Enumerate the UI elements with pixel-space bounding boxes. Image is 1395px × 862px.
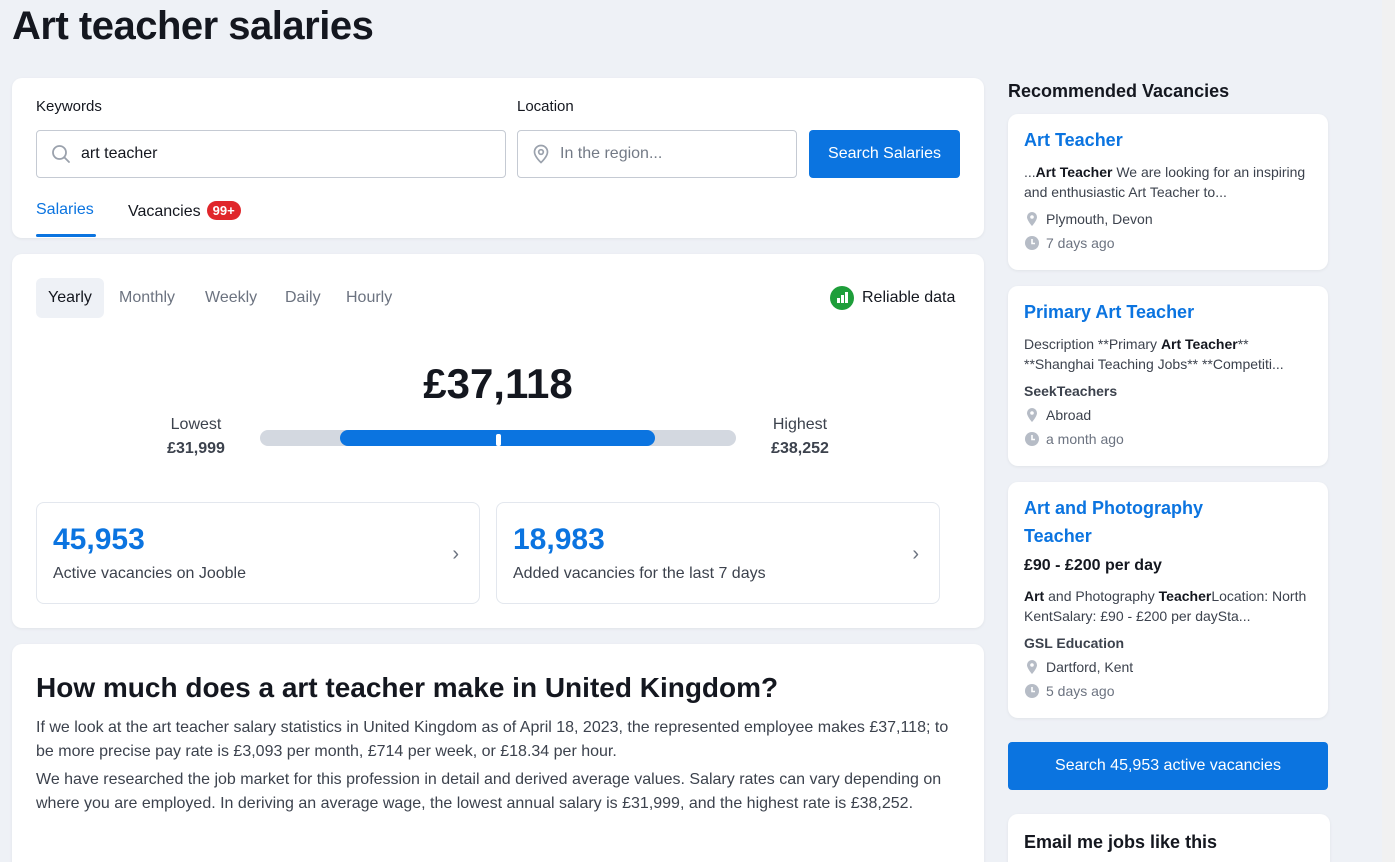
chevron-right-icon: › <box>452 543 459 565</box>
vacancy-title[interactable]: Art and Photography Teacher <box>1024 494 1234 550</box>
active-tab-indicator <box>36 234 96 237</box>
vacancy-location: Abroad <box>1024 407 1091 423</box>
article-paragraph: We have researched the job market for th… <box>36 771 942 812</box>
highest-salary: Highest £38,252 <box>740 416 860 458</box>
lowest-label: Lowest <box>170 416 222 433</box>
location-pin-icon <box>1027 660 1037 674</box>
location-input[interactable] <box>560 145 780 163</box>
highest-label: Highest <box>772 416 828 433</box>
vacancy-snippet: ...Art Teacher We are looking for an ins… <box>1024 164 1306 200</box>
article-paragraph: If we look at the art teacher salary sta… <box>36 719 949 760</box>
vacancy-posted: 7 days ago <box>1024 235 1115 251</box>
vacancy-posted: a month ago <box>1024 431 1124 447</box>
clock-icon <box>1025 432 1039 446</box>
vacancy-salary: £90 - £200 per day <box>1024 557 1162 574</box>
salary-card: Yearly Monthly Weekly Daily Hourly Relia… <box>12 254 984 628</box>
tab-salaries[interactable]: Salaries <box>36 201 94 219</box>
location-pin-icon <box>1027 212 1037 226</box>
location-pin-icon <box>533 144 549 164</box>
vacancy-card[interactable]: Art and Photography Teacher £90 - £200 p… <box>1008 482 1328 718</box>
vacancy-card[interactable]: Art Teacher ...Art Teacher We are lookin… <box>1008 114 1328 270</box>
email-alert-title: Email me jobs like this <box>1024 832 1218 852</box>
period-tab-monthly[interactable]: Monthly <box>107 278 187 318</box>
search-active-vacancies-button[interactable]: Search 45,953 active vacancies <box>1008 742 1328 790</box>
location-label: Location <box>517 98 574 115</box>
reliable-data-label: Reliable data <box>862 289 956 306</box>
vacancy-card[interactable]: Primary Art Teacher Description **Primar… <box>1008 286 1328 466</box>
average-salary: £37,118 <box>423 360 573 407</box>
stat-number: 18,983 <box>513 523 605 556</box>
page-title: Art teacher salaries <box>12 4 374 48</box>
recommended-vacancies-title: Recommended Vacancies <box>1008 81 1230 101</box>
search-salaries-button[interactable]: Search Salaries <box>809 130 960 178</box>
vacancy-title[interactable]: Art Teacher <box>1024 126 1294 154</box>
email-alert-card: Email me jobs like this <box>1008 814 1330 862</box>
clock-icon <box>1025 684 1039 698</box>
reliable-data-indicator: Reliable data <box>830 286 955 310</box>
vacancy-company: SeekTeachers <box>1024 383 1118 399</box>
page-scrollbar[interactable] <box>1382 0 1395 862</box>
salary-range-bar <box>260 430 736 446</box>
vacancy-location: Plymouth, Devon <box>1024 211 1153 227</box>
tab-vacancies-label: Vacancies <box>128 203 201 220</box>
highest-value: £38,252 <box>771 440 829 457</box>
vacancy-company: GSL Education <box>1024 635 1125 651</box>
stat-text: Added vacancies for the last 7 days <box>513 565 766 582</box>
vacancies-count-badge: 99+ <box>206 201 241 220</box>
active-vacancies-stat[interactable]: 45,953 Active vacancies on Jooble › <box>36 502 480 604</box>
bar-chart-icon <box>830 286 854 310</box>
location-field[interactable] <box>517 130 797 178</box>
vacancy-posted: 5 days ago <box>1024 683 1115 699</box>
vacancy-location: Dartford, Kent <box>1024 659 1133 675</box>
search-card: Keywords Location Search Salaries Salari… <box>12 78 984 238</box>
period-tab-yearly[interactable]: Yearly <box>36 278 104 318</box>
period-tab-daily[interactable]: Daily <box>273 278 333 318</box>
article-card: How much does a art teacher make in Unit… <box>12 644 984 862</box>
period-tab-hourly[interactable]: Hourly <box>334 278 404 318</box>
location-pin-icon <box>1027 408 1037 422</box>
stat-text: Active vacancies on Jooble <box>53 565 246 582</box>
average-marker <box>496 434 501 446</box>
stat-number: 45,953 <box>53 523 145 556</box>
article-title: How much does a art teacher make in Unit… <box>36 672 779 703</box>
period-tab-weekly[interactable]: Weekly <box>193 278 269 318</box>
tab-vacancies[interactable]: Vacancies 99+ <box>128 201 241 221</box>
vacancy-snippet: Art and Photography TeacherLocation: Nor… <box>1024 588 1307 624</box>
vacancy-title[interactable]: Primary Art Teacher <box>1024 298 1294 326</box>
chevron-right-icon: › <box>912 543 919 565</box>
keywords-label: Keywords <box>36 98 102 115</box>
added-vacancies-stat[interactable]: 18,983 Added vacancies for the last 7 da… <box>496 502 940 604</box>
lowest-value: £31,999 <box>167 440 225 457</box>
search-icon <box>52 145 70 163</box>
vacancy-snippet: Description **Primary Art Teacher** **Sh… <box>1024 336 1284 372</box>
lowest-salary: Lowest £31,999 <box>136 416 256 458</box>
keywords-field[interactable] <box>36 130 506 178</box>
clock-icon <box>1025 236 1039 250</box>
keywords-input[interactable] <box>81 145 461 163</box>
